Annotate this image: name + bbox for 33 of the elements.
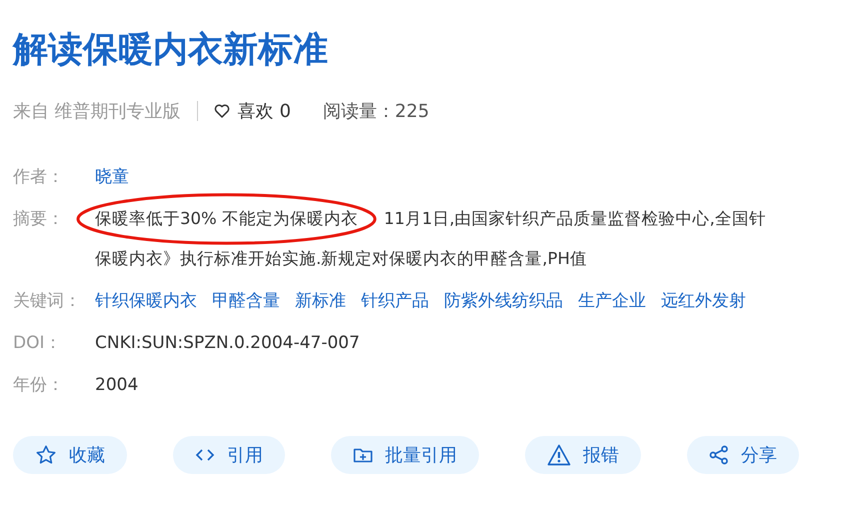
- read-count: 阅读量：225: [322, 100, 430, 123]
- star-button[interactable]: 收藏: [13, 436, 127, 474]
- source-text: 来自 维普期刊专业版: [13, 100, 181, 123]
- keyword-link[interactable]: 针织保暖内衣: [95, 284, 197, 318]
- warning-icon: [547, 444, 571, 466]
- field-label: DOI：: [13, 332, 62, 355]
- field-value: CNKI:SUN:SPZN.0.2004-47-007: [95, 332, 360, 355]
- abstract-text: 保暖内衣》执行标准开始实施.新规定对保暖内衣的甲醛含量,PH值: [95, 248, 588, 270]
- share-icon: [709, 445, 729, 465]
- code-button[interactable]: 引用: [173, 436, 285, 474]
- article-title: 解读保暖内衣新标准: [13, 29, 328, 72]
- keyword-link[interactable]: 新标准: [295, 284, 346, 318]
- folder-plus-icon: [353, 446, 373, 464]
- keyword-link[interactable]: 甲醛含量: [212, 284, 280, 318]
- field-label: 关键词：: [13, 290, 82, 313]
- heart-icon: [214, 103, 230, 119]
- star-icon: [35, 444, 57, 466]
- keyword-link[interactable]: 生产企业: [578, 284, 646, 318]
- like-button[interactable]: 喜欢 0: [214, 99, 291, 123]
- keyword-link[interactable]: 远红外发射: [661, 284, 746, 318]
- field-label: 年份：: [13, 374, 65, 397]
- field-label: 作者：: [13, 166, 65, 189]
- field-label: 摘要：: [13, 208, 65, 231]
- folder-button[interactable]: 批量引用: [331, 436, 479, 474]
- keyword-link[interactable]: 针织产品: [361, 284, 429, 318]
- code-icon: [195, 447, 215, 463]
- keyword-link[interactable]: 防紫外线纺织品: [444, 284, 563, 318]
- highlighted-text: 保暖率低于30% 不能定为保暖内衣: [95, 208, 358, 230]
- abstract-text: 11月1日,由国家针织产品质量监督检验中心,全国针: [384, 208, 766, 230]
- field-value: 2004: [95, 374, 138, 397]
- warning-button[interactable]: 报错: [525, 436, 641, 474]
- share-button[interactable]: 分享: [687, 436, 799, 474]
- author-link[interactable]: 晓童: [95, 160, 129, 194]
